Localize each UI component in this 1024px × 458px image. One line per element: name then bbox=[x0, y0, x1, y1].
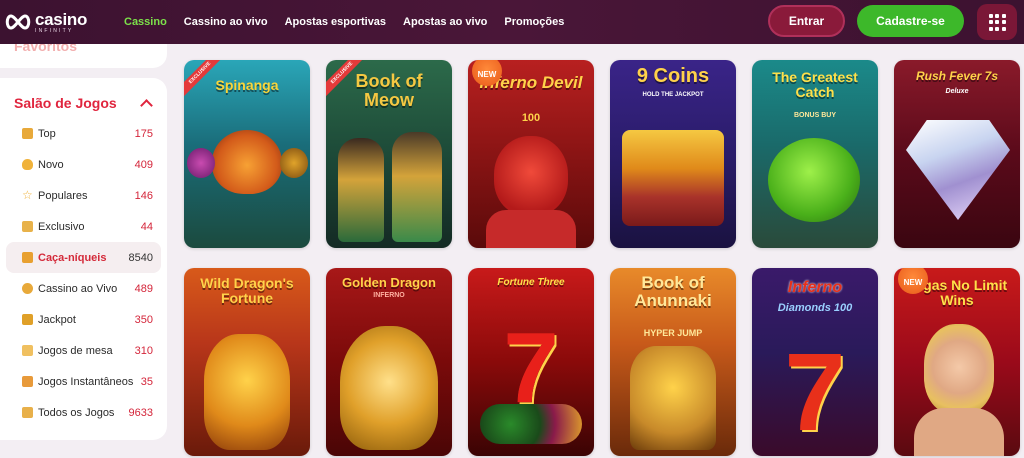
logo-subtext: INFINITY bbox=[35, 27, 74, 34]
games-grid: Spinanga EXCLUSIVE Book of Meow EXCLUSIV… bbox=[184, 58, 1024, 458]
sidebar: Salão de Jogos Top 175 Novo 409 ☆ Popula… bbox=[0, 78, 167, 440]
sidebar-item-jackpot[interactable]: Jackpot 350 bbox=[6, 304, 161, 335]
sidebar-item-count: 9633 bbox=[128, 406, 153, 419]
game-card-9-coins[interactable]: 9 Coins HOLD THE JACKPOT bbox=[610, 60, 736, 248]
game-title: Rush Fever 7s bbox=[915, 69, 999, 83]
sidebar-item-count: 310 bbox=[134, 344, 153, 357]
top-header: casino INFINITY Cassino Cassino ao vivo … bbox=[0, 0, 1024, 44]
chevron-up-icon[interactable] bbox=[140, 99, 153, 112]
nav-promocoes[interactable]: Promoções bbox=[504, 16, 564, 28]
game-card-book-of-anunnaki[interactable]: Book of Anunnaki HYPER JUMP bbox=[610, 268, 736, 456]
sidebar-item-count: 175 bbox=[134, 127, 153, 140]
sidebar-item-count: 35 bbox=[140, 375, 153, 388]
game-subtitle: 100 bbox=[521, 112, 541, 124]
nav-apostas-ao-vivo[interactable]: Apostas ao vivo bbox=[403, 16, 487, 28]
game-title: Golden Dragon bbox=[342, 275, 436, 290]
game-subtitle: HYPER JUMP bbox=[643, 328, 703, 338]
sidebar-item-label: Caça-níqueis bbox=[38, 251, 107, 264]
crown-icon bbox=[22, 221, 33, 232]
all-games-icon bbox=[22, 407, 33, 418]
game-title: Wild Dragon's Fortune bbox=[200, 275, 294, 306]
cards-icon bbox=[22, 345, 33, 356]
game-art bbox=[212, 130, 282, 194]
sidebar-item-label: Cassino ao Vivo bbox=[38, 282, 118, 295]
sidebar-item-top[interactable]: Top 175 bbox=[6, 118, 161, 149]
game-card-rush-fever-7s[interactable]: Rush Fever 7s Deluxe bbox=[894, 60, 1020, 248]
game-title: Spinanga bbox=[215, 77, 279, 93]
sidebar-item-label: Jogos de mesa bbox=[38, 344, 113, 357]
sidebar-list: Top 175 Novo 409 ☆ Populares 146 Exclusi… bbox=[0, 118, 167, 428]
sidebar-item-label: Jogos Instantâneos bbox=[38, 375, 134, 388]
game-card-vegas-no-limit-wins[interactable]: Vegas No Limit Wins NEW bbox=[894, 268, 1020, 456]
rocket-icon bbox=[22, 376, 33, 387]
sidebar-item-label: Top bbox=[38, 127, 56, 140]
game-card-spinanga[interactable]: Spinanga EXCLUSIVE bbox=[184, 60, 310, 248]
game-card-golden-dragon[interactable]: Golden Dragon INFERNO bbox=[326, 268, 452, 456]
casino-logo[interactable]: casino INFINITY bbox=[4, 0, 116, 44]
game-title: The Greatest Catch bbox=[772, 69, 858, 100]
logo-text: casino bbox=[35, 9, 88, 29]
nav-cassino-ao-vivo[interactable]: Cassino ao vivo bbox=[184, 16, 268, 28]
game-subtitle: INFERNO bbox=[373, 292, 405, 299]
sidebar-item-label: Jackpot bbox=[38, 313, 76, 326]
sidebar-item-count: 409 bbox=[134, 158, 153, 171]
game-card-inferno-diamonds-100[interactable]: 7 Inferno Diamonds 100 bbox=[752, 268, 878, 456]
register-button[interactable]: Cadastre-se bbox=[857, 5, 964, 37]
grid-menu-icon bbox=[988, 13, 1006, 31]
game-card-fortune-three[interactable]: 7 Fortune Three bbox=[468, 268, 594, 456]
slot-machine-icon bbox=[22, 252, 33, 263]
game-subtitle: Diamonds 100 bbox=[777, 302, 853, 314]
game-card-inferno-devil[interactable]: Inferno Devil 100 NEW bbox=[468, 60, 594, 248]
sidebar-item-todos-os-jogos[interactable]: Todos os Jogos 9633 bbox=[6, 397, 161, 428]
trophy-icon bbox=[22, 128, 33, 139]
sidebar-item-label: Populares bbox=[38, 189, 88, 202]
sidebar-item-count: 350 bbox=[134, 313, 153, 326]
sidebar-header[interactable]: Salão de Jogos bbox=[0, 78, 167, 116]
sidebar-item-label: Novo bbox=[38, 158, 64, 171]
sidebar-item-exclusivo[interactable]: Exclusivo 44 bbox=[6, 211, 161, 242]
sidebar-title: Salão de Jogos bbox=[14, 95, 117, 111]
nav-cassino[interactable]: Cassino bbox=[124, 16, 167, 28]
game-subtitle: BONUS BUY bbox=[793, 112, 836, 119]
game-title: 9 Coins bbox=[636, 65, 710, 87]
sidebar-item-count: 146 bbox=[134, 189, 153, 202]
sidebar-item-count: 8540 bbox=[128, 251, 153, 264]
sidebar-item-novo[interactable]: Novo 409 bbox=[6, 149, 161, 180]
game-title: Inferno bbox=[787, 279, 843, 296]
flame-icon bbox=[22, 159, 33, 170]
roulette-icon bbox=[22, 283, 33, 294]
sidebar-item-count: 489 bbox=[134, 282, 153, 295]
game-card-book-of-meow[interactable]: Book of Meow EXCLUSIVE bbox=[326, 60, 452, 248]
game-title: Book of Meow bbox=[355, 71, 423, 110]
favorites-title[interactable]: Favoritos bbox=[14, 44, 77, 54]
coins-icon bbox=[22, 314, 33, 325]
menu-grid-button[interactable] bbox=[977, 4, 1017, 40]
game-card-the-greatest-catch[interactable]: The Greatest Catch BONUS BUY bbox=[752, 60, 878, 248]
main-nav: Cassino Cassino ao vivo Apostas esportiv… bbox=[124, 0, 581, 44]
game-title: Fortune Three bbox=[497, 277, 565, 288]
game-title: Book of Anunnaki bbox=[634, 273, 712, 310]
game-subtitle: Deluxe bbox=[945, 88, 969, 95]
login-button[interactable]: Entrar bbox=[768, 5, 845, 37]
sidebar-item-jogos-instantaneos[interactable]: Jogos Instantâneos 35 bbox=[6, 366, 161, 397]
nav-apostas-esportivas[interactable]: Apostas esportivas bbox=[285, 16, 386, 28]
sidebar-item-cassino-ao-vivo[interactable]: Cassino ao Vivo 489 bbox=[6, 273, 161, 304]
sidebar-item-jogos-de-mesa[interactable]: Jogos de mesa 310 bbox=[6, 335, 161, 366]
game-subtitle: HOLD THE JACKPOT bbox=[642, 92, 704, 98]
favorites-panel: Favoritos bbox=[0, 44, 167, 68]
sidebar-item-count: 44 bbox=[140, 220, 153, 233]
sidebar-item-caca-niqueis[interactable]: Caça-níqueis 8540 bbox=[6, 242, 161, 273]
sidebar-item-label: Exclusivo bbox=[38, 220, 85, 233]
game-card-wild-dragons-fortune[interactable]: Wild Dragon's Fortune bbox=[184, 268, 310, 456]
infinity-logo-icon bbox=[5, 14, 31, 30]
sidebar-item-populares[interactable]: ☆ Populares 146 bbox=[6, 180, 161, 211]
sidebar-item-label: Todos os Jogos bbox=[38, 406, 115, 419]
star-icon: ☆ bbox=[22, 188, 33, 202]
